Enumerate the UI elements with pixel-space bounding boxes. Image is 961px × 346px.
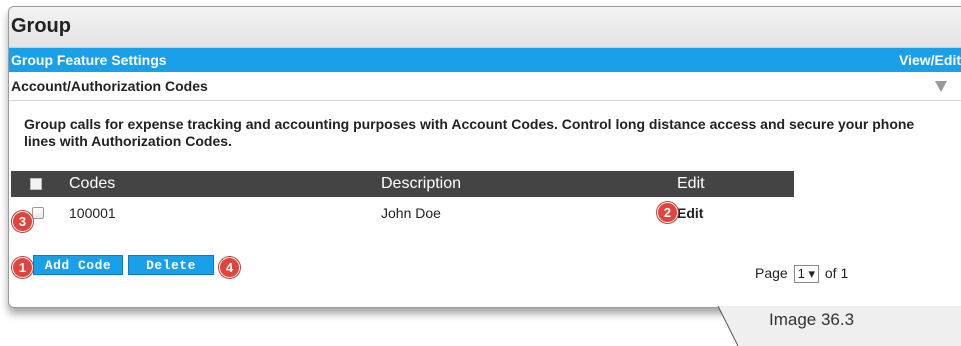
callout-badge-2: 2 [657, 202, 678, 223]
column-header-description: Description [381, 175, 462, 192]
collapse-triangle-icon[interactable] [935, 81, 947, 92]
view-edit-link[interactable]: View/Edit [899, 48, 961, 72]
column-header-codes: Codes [69, 175, 116, 192]
column-header-edit: Edit [677, 175, 705, 192]
section-description: Group calls for expense tracking and acc… [24, 116, 915, 149]
row-edit-link[interactable]: Edit [677, 202, 703, 224]
select-all-checkbox[interactable] [30, 178, 42, 190]
section-header[interactable]: Account/Authorization Codes [9, 72, 961, 101]
section-title: Account/Authorization Codes [11, 78, 208, 94]
row-description: John Doe [381, 205, 441, 221]
page-title: Group [9, 7, 961, 48]
image-caption: Image 36.3 [769, 310, 855, 329]
feature-settings-title: Group Feature Settings [11, 52, 167, 68]
row-checkbox[interactable] [32, 207, 44, 219]
delete-button[interactable]: Delete [128, 255, 214, 275]
pager-suffix: of 1 [824, 265, 849, 281]
pagination: Page 1 ▾ of 1 [755, 264, 848, 283]
page-select-value: 1 [797, 266, 805, 281]
table-header: Codes Description Edit [11, 171, 794, 197]
row-code: 100001 [69, 205, 116, 221]
page-select[interactable]: 1 ▾ [793, 265, 819, 283]
pager-prefix: Page [755, 265, 788, 281]
add-code-button[interactable]: Add Code [33, 255, 123, 275]
dropdown-arrow-icon: ▾ [808, 266, 815, 281]
callout-badge-4: 4 [219, 257, 240, 278]
callout-badge-1: 1 [12, 257, 33, 278]
callout-badge-3: 3 [12, 211, 33, 232]
feature-settings-bar: Group Feature Settings View/Edit [9, 48, 961, 72]
